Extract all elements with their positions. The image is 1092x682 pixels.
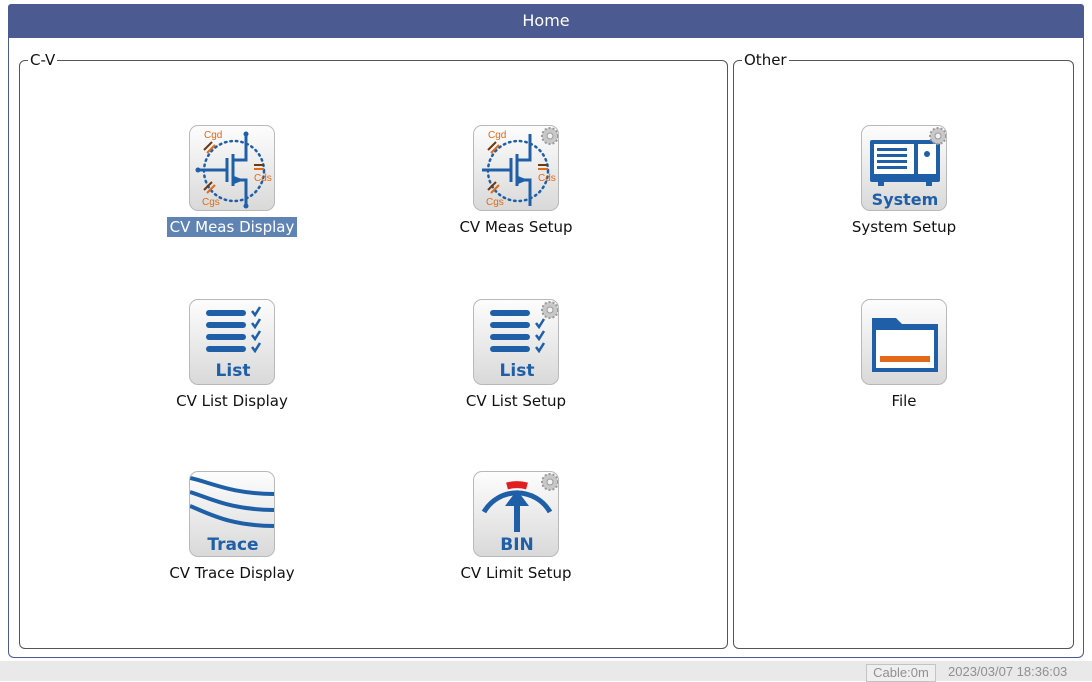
system-setup-tile[interactable]: System System Setup	[814, 125, 994, 237]
cds-label: Cds	[538, 173, 556, 184]
cable-status: Cable:0m	[866, 664, 936, 682]
cv-meas-display-tile[interactable]: Cgd Cds Cgs CV Meas Display	[142, 125, 322, 237]
cv-group: C-V Cgd Cds Cgs CV Meas Display Cgd Cds …	[19, 51, 728, 649]
system-icon-text: System	[872, 190, 939, 209]
gear-icon	[929, 127, 946, 145]
trace-icon-text: Trace	[207, 535, 258, 555]
cds-label: Cds	[254, 173, 272, 184]
cgd-label: Cgd	[488, 130, 506, 141]
datetime-status: 2023/03/07 18:36:03	[948, 664, 1068, 679]
list-setup-icon: List	[473, 299, 559, 385]
file-tile[interactable]: File	[814, 299, 994, 411]
cv-meas-icon: Cgd Cds Cgs	[189, 125, 275, 211]
cv-limit-setup-label: CV Limit Setup	[460, 564, 572, 582]
cv-meas-display-label: CV Meas Display	[166, 217, 298, 237]
gear-icon	[541, 473, 558, 491]
system-setup-icon: System	[861, 125, 947, 211]
other-group: Other System System Setup File	[733, 51, 1074, 649]
cv-list-setup-tile[interactable]: List CV List Setup	[426, 299, 606, 411]
cv-list-setup-label: CV List Setup	[465, 392, 567, 410]
other-group-label: Other	[742, 51, 789, 69]
gear-icon	[541, 127, 558, 145]
bin-icon-text: BIN	[500, 535, 534, 555]
cv-list-display-tile[interactable]: List CV List Display	[142, 299, 322, 411]
cv-trace-display-label: CV Trace Display	[169, 564, 295, 582]
folder-icon	[861, 299, 947, 385]
cgs-label: Cgs	[202, 197, 220, 208]
cgd-label: Cgd	[204, 130, 222, 141]
cv-group-label: C-V	[28, 51, 58, 69]
home-panel: C-V Cgd Cds Cgs CV Meas Display Cgd Cds …	[8, 38, 1084, 658]
list-icon-text: List	[216, 361, 251, 381]
trace-icon: Trace	[189, 471, 275, 557]
cv-meas-setup-label: CV Meas Setup	[459, 218, 573, 236]
gear-icon	[541, 301, 558, 319]
cgs-label: Cgs	[486, 197, 504, 208]
bin-limit-icon: BIN	[473, 471, 559, 557]
list-icon: List	[189, 299, 275, 385]
window-title: Home	[8, 4, 1084, 38]
cv-meas-setup-icon: Cgd Cds Cgs	[473, 125, 559, 211]
cv-trace-display-tile[interactable]: Trace CV Trace Display	[142, 471, 322, 583]
list-setup-icon-text: List	[500, 361, 535, 381]
cv-list-display-label: CV List Display	[176, 392, 288, 410]
cv-limit-setup-tile[interactable]: BIN CV Limit Setup	[426, 471, 606, 583]
cv-meas-setup-tile[interactable]: Cgd Cds Cgs CV Meas Setup	[426, 125, 606, 237]
system-setup-label: System Setup	[851, 218, 957, 236]
file-label: File	[891, 392, 917, 410]
